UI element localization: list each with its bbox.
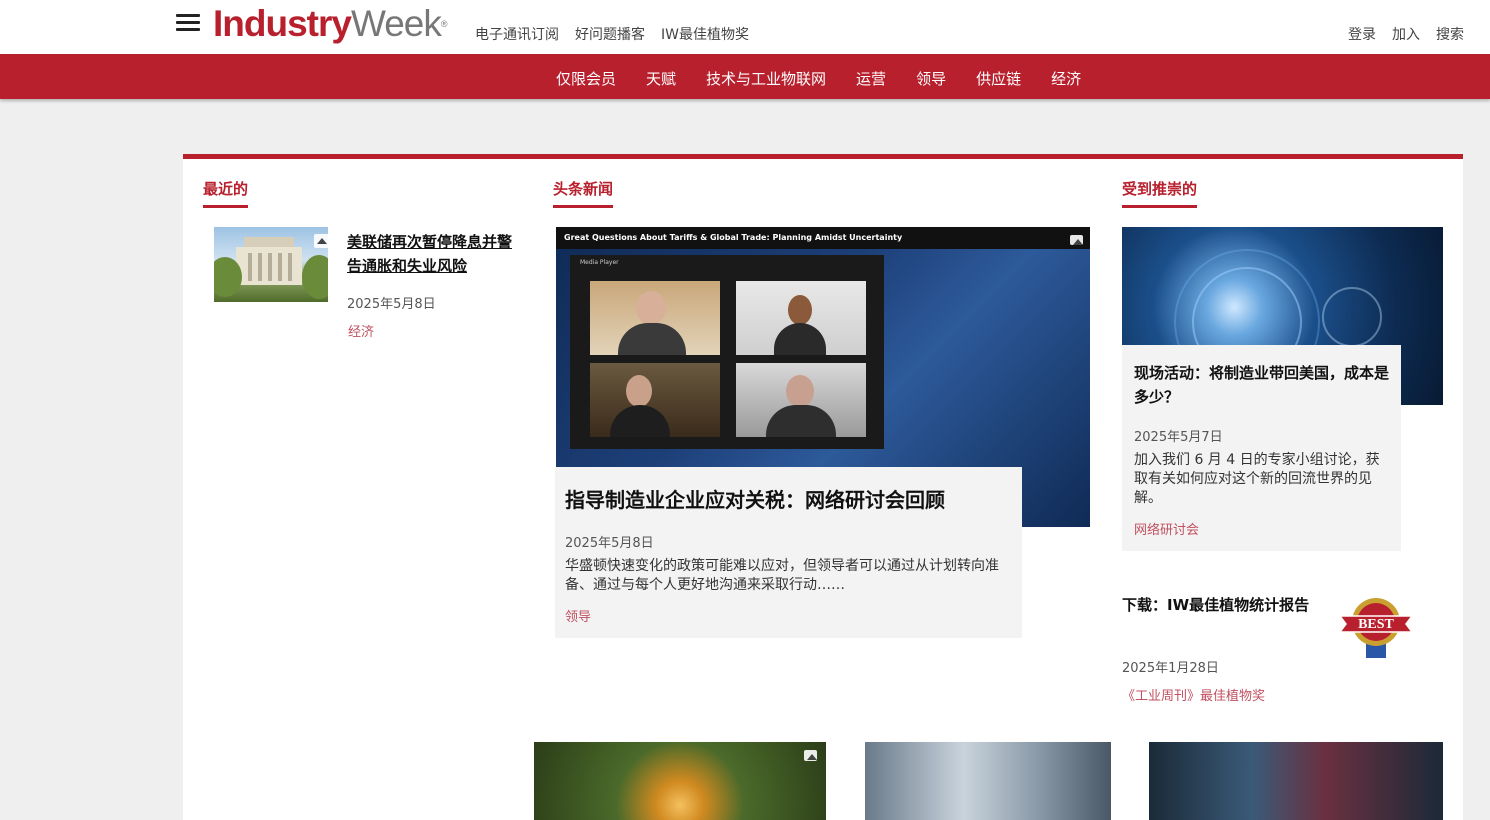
nav-item-technology[interactable]: 技术与工业物联网	[706, 68, 826, 89]
article-image-office[interactable]	[1149, 742, 1443, 820]
article-image-robot[interactable]	[865, 742, 1111, 820]
top-links: 电子通讯订阅 好问题播客 IW最佳植物奖	[475, 24, 749, 44]
logo-registered: ®	[440, 19, 448, 29]
headline-article-summary: 华盛顿快速变化的政策可能难以应对，但领导者可以通过从计划转向准备、通过与每个人更…	[565, 558, 999, 593]
nav-item-supply-chain[interactable]: 供应链	[976, 68, 1021, 89]
media-player: Media Player	[570, 255, 884, 449]
headline-article-title[interactable]: 指导制造业企业应对关税：网络研讨会回顾	[565, 486, 1015, 514]
media-player-label: Media Player	[580, 259, 619, 266]
recent-article-category[interactable]: 经济	[348, 321, 374, 340]
section-title-headline: 头条新闻	[553, 178, 614, 208]
download-article-title[interactable]: 下载：IW最佳植物统计报告	[1122, 593, 1312, 617]
featured-article-title[interactable]: 现场活动：将制造业带回美国，成本是多少？	[1134, 361, 1396, 409]
account-links: 登录 加入 搜索	[1348, 24, 1464, 44]
top-link-podcast[interactable]: 好问题播客	[575, 24, 645, 44]
nav-item-members[interactable]: 仅限会员	[556, 68, 616, 89]
nav-item-operations[interactable]: 运营	[856, 68, 886, 89]
article-image-bulb[interactable]	[534, 742, 826, 820]
recent-article-image[interactable]	[214, 227, 328, 302]
section-title-recent: 最近的	[203, 178, 249, 208]
featured-article-date: 2025年5月7日	[1134, 430, 1223, 445]
search-link[interactable]: 搜索	[1436, 24, 1464, 44]
login-link[interactable]: 登录	[1348, 24, 1376, 44]
download-article-category[interactable]: 《工业周刊》最佳植物奖	[1122, 685, 1265, 704]
headline-article-date: 2025年5月8日	[565, 536, 654, 551]
recent-article-title[interactable]: 美联储再次暂停降息并警告通胀和失业风险	[347, 230, 517, 278]
best-plants-badge-icon[interactable]: BEST	[1338, 596, 1414, 660]
badge-text: BEST	[1358, 617, 1394, 632]
join-link[interactable]: 加入	[1392, 24, 1420, 44]
top-header: IndustryWeek® 电子通讯订阅 好问题播客 IW最佳植物奖 登录 加入…	[0, 0, 1490, 54]
logo-industry: Industry	[213, 3, 352, 44]
logo-week: Week	[350, 3, 442, 44]
image-icon	[804, 750, 817, 761]
top-link-best-plants[interactable]: IW最佳植物奖	[661, 24, 749, 44]
download-article-date: 2025年1月28日	[1122, 661, 1219, 676]
main-nav: 仅限会员 天赋 技术与工业物联网 运营 领导 供应链 经济	[0, 54, 1490, 99]
featured-article-category[interactable]: 网络研讨会	[1134, 519, 1199, 538]
video-title-bar: Great Questions About Tariffs & Global T…	[556, 227, 1090, 249]
section-title-featured: 受到推崇的	[1122, 178, 1198, 208]
image-icon	[1070, 235, 1083, 245]
image-icon	[314, 234, 328, 248]
nav-item-talent[interactable]: 天赋	[646, 68, 676, 89]
headline-article-category[interactable]: 领导	[565, 606, 591, 625]
top-link-newsletter[interactable]: 电子通讯订阅	[475, 24, 559, 44]
nav-item-leadership[interactable]: 领导	[916, 68, 946, 89]
nav-item-economy[interactable]: 经济	[1051, 68, 1081, 89]
recent-article-date: 2025年5月8日	[347, 297, 436, 312]
menu-icon[interactable]	[176, 14, 200, 34]
featured-article-summary: 加入我们 6 月 4 日的专家小组讨论，获取有关如何应对这个新的回流世界的见解。	[1134, 452, 1380, 506]
site-logo[interactable]: IndustryWeek®	[213, 4, 447, 44]
